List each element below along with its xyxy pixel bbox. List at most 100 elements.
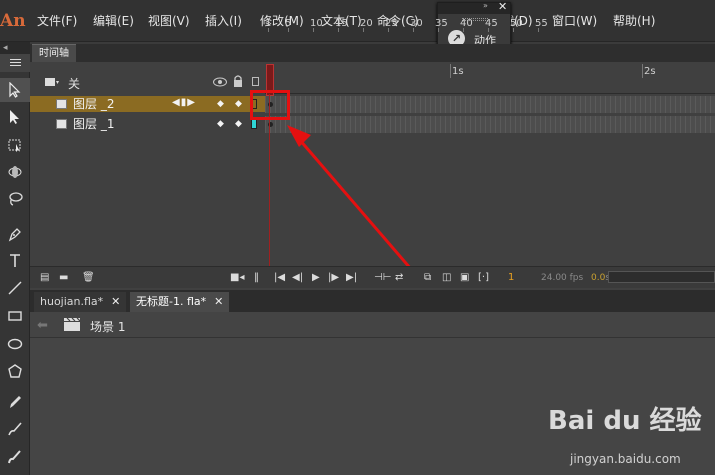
- layer-row-2[interactable]: 图层 _2 ◀▮▶ ◆ ◆: [30, 96, 265, 112]
- ruler-tick: [413, 28, 414, 32]
- layer-keyframe-nav[interactable]: ◀▮▶: [172, 97, 196, 108]
- seconds-label: 2s: [644, 66, 656, 77]
- eye-icon[interactable]: [213, 77, 227, 87]
- ruler-tick: [438, 28, 439, 32]
- subselection-tool-icon[interactable]: [0, 105, 30, 129]
- ruler-number: 55: [535, 18, 548, 29]
- visibility-dot[interactable]: ◆: [217, 119, 224, 129]
- menu-item[interactable]: 编辑(E): [93, 12, 134, 30]
- lock-dot[interactable]: ◆: [235, 99, 242, 109]
- layer-icon: [56, 99, 67, 109]
- menu-item[interactable]: 文件(F): [37, 12, 77, 30]
- loop-icon[interactable]: ⇄: [395, 271, 403, 285]
- layer-name[interactable]: 图层 _2: [73, 96, 114, 112]
- menu-item[interactable]: 视图(V): [148, 12, 190, 30]
- first-frame-icon[interactable]: |◀: [274, 271, 285, 285]
- ruler-tick: [363, 28, 364, 32]
- scene-label[interactable]: 场景 1: [90, 318, 125, 335]
- oval-tool-icon[interactable]: [0, 332, 30, 356]
- baidu-watermark-logo: Bai du 经验: [548, 405, 702, 436]
- onion-outline-icon[interactable]: ◫: [442, 271, 451, 285]
- document-tab-label[interactable]: 无标题-1. fla*: [136, 295, 206, 308]
- ruler-tick: [488, 28, 489, 32]
- layer-options-icon[interactable]: [45, 77, 59, 88]
- ruler-number: 25: [385, 18, 398, 29]
- ruler-number: 30: [410, 18, 423, 29]
- lock-icon[interactable]: [233, 75, 243, 87]
- menu-item[interactable]: 插入(I): [205, 12, 242, 30]
- elapsed-time-value: 0.0: [591, 273, 606, 283]
- current-frame[interactable]: 1: [508, 271, 514, 285]
- lock-dot[interactable]: ◆: [235, 119, 242, 129]
- document-tab-label[interactable]: huojian.fla*: [40, 295, 103, 308]
- edit-multiple-frames-icon[interactable]: ▣: [460, 271, 469, 285]
- previous-frame-icon[interactable]: ◀|: [292, 271, 303, 285]
- ruler-tick: [388, 28, 389, 32]
- ruler-tick: [538, 28, 539, 32]
- seconds-tick: [450, 64, 451, 78]
- watermark-logo-text: Bai du 经验: [548, 405, 702, 436]
- center-frame-icon[interactable]: ⊣⊢: [374, 271, 391, 285]
- visibility-dot[interactable]: ◆: [217, 99, 224, 109]
- annotation-arrow: [287, 125, 425, 284]
- toolbox-menu-icon[interactable]: [0, 54, 30, 72]
- layer-header: 关: [30, 62, 265, 94]
- pencil-tool-icon[interactable]: [0, 390, 30, 414]
- last-frame-icon[interactable]: ▶|: [346, 271, 357, 285]
- menu-item[interactable]: 窗口(W): [552, 12, 597, 30]
- layer-color-swatch[interactable]: [251, 119, 257, 129]
- divider-icon: ‖: [254, 272, 259, 283]
- outline-icon[interactable]: [252, 77, 259, 86]
- ruler-number: 40: [460, 18, 473, 29]
- close-icon[interactable]: ✕: [214, 295, 223, 308]
- ruler-tick: [513, 28, 514, 32]
- pen-tool-icon[interactable]: [0, 222, 30, 246]
- camera-icon[interactable]: ■◂: [230, 271, 244, 285]
- document-tab-active[interactable]: 无标题-1. fla* ✕: [130, 292, 230, 312]
- onion-skin-icon[interactable]: ⧉: [424, 271, 431, 285]
- layer-name[interactable]: 图层 _1: [73, 116, 114, 132]
- 3d-rotation-tool-icon[interactable]: [0, 160, 30, 184]
- text-tool-icon[interactable]: [0, 249, 30, 273]
- panel-tab-strip: [30, 44, 715, 62]
- collapse-icon[interactable]: »: [483, 1, 488, 10]
- delete-layer-icon[interactable]: 🗑: [82, 271, 95, 285]
- lasso-tool-icon[interactable]: [0, 187, 30, 211]
- watermark-url: jingyan.baidu.com: [570, 452, 681, 466]
- back-arrow-icon[interactable]: ⬅: [37, 318, 48, 333]
- timeline-scrollbar[interactable]: [608, 271, 715, 283]
- toolbox-collapse-button[interactable]: ◂: [0, 42, 30, 54]
- layer-row-1[interactable]: 图层 _1 ◆ ◆: [30, 116, 265, 132]
- layer-header-label: 关: [68, 77, 81, 91]
- modify-markers-icon[interactable]: [·]: [478, 271, 489, 285]
- ruler-number: 10: [310, 18, 323, 29]
- new-folder-icon[interactable]: ▬: [59, 271, 68, 285]
- scene-bar: [30, 312, 715, 338]
- ruler-tick: [463, 28, 464, 32]
- toolbox: ◂: [0, 42, 30, 475]
- ruler-number: 35: [435, 18, 448, 29]
- brush-tool-icon[interactable]: [0, 417, 30, 441]
- menu-item[interactable]: 帮助(H): [613, 12, 655, 30]
- seconds-tick: [642, 64, 643, 78]
- ruler-number: 45: [485, 18, 498, 29]
- ruler-tick: [268, 28, 269, 32]
- fps-readout[interactable]: 24.00 fps: [541, 271, 583, 285]
- clapperboard-icon: [64, 318, 80, 331]
- app-logo: An: [0, 11, 26, 31]
- play-icon[interactable]: ▶: [312, 271, 320, 285]
- rectangle-tool-icon[interactable]: [0, 304, 30, 328]
- free-transform-tool-icon[interactable]: [0, 133, 30, 157]
- paint-brush-tool-icon[interactable]: [0, 444, 30, 468]
- close-icon[interactable]: ✕: [111, 295, 120, 308]
- document-tab[interactable]: huojian.fla* ✕: [34, 292, 127, 312]
- close-icon[interactable]: ✕: [498, 0, 507, 13]
- tab-timeline[interactable]: 时间轴: [32, 44, 76, 62]
- ruler-number: 50: [510, 18, 523, 29]
- new-layer-icon[interactable]: ▤: [40, 271, 49, 285]
- line-tool-icon[interactable]: [0, 276, 30, 300]
- selection-tool-icon[interactable]: [0, 78, 30, 102]
- next-frame-icon[interactable]: |▶: [328, 271, 339, 285]
- ruler-number: 20: [360, 18, 373, 29]
- polystar-tool-icon[interactable]: [0, 360, 30, 384]
